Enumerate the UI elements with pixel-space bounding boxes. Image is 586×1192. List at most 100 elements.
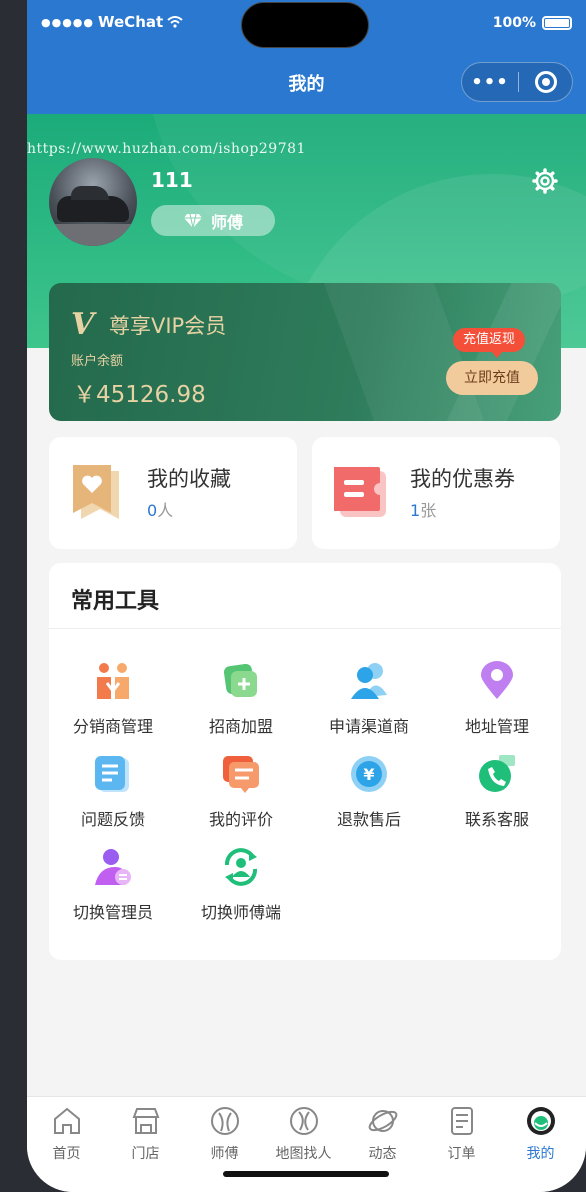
avatar-car bbox=[57, 186, 129, 222]
tools-panel: 常用工具 分销商管理 招商加盟 申请渠道商 地址管理 问题反馈 我的评价 ¥ 退… bbox=[49, 563, 561, 960]
switch-admin-icon bbox=[95, 849, 131, 885]
tool-switch-admin[interactable]: 切换管理员 bbox=[49, 847, 177, 937]
vip-card[interactable]: V 尊享VIP会员 账户余额 ￥45126.98 充值返现 立即充值 bbox=[49, 283, 561, 421]
status-bar: ●●●●● WeChat 100% bbox=[27, 0, 586, 50]
tool-switch-master[interactable]: 切换师傅端 bbox=[177, 847, 305, 937]
watermark-text: https://www.huzhan.com/ishop29781 bbox=[27, 141, 306, 157]
wifi-icon bbox=[167, 16, 183, 28]
favorites-card[interactable]: 我的收藏 0人 bbox=[49, 437, 297, 549]
tool-label: 联系客服 bbox=[464, 810, 529, 829]
distributor-icon bbox=[97, 663, 129, 699]
tool-distributor[interactable]: 分销商管理 bbox=[49, 661, 177, 751]
miniprogram-capsule: ••• bbox=[461, 62, 573, 102]
home-indicator[interactable] bbox=[223, 1171, 389, 1177]
planet-icon bbox=[368, 1110, 397, 1132]
order-icon bbox=[450, 1107, 473, 1135]
more-icon[interactable]: ••• bbox=[462, 72, 518, 93]
franchise-icon bbox=[223, 663, 257, 697]
favorites-count-number: 0 bbox=[147, 501, 158, 520]
status-battery-group: 100% bbox=[493, 15, 572, 31]
role-badge: 师傅 bbox=[151, 205, 275, 236]
battery-icon bbox=[542, 16, 572, 30]
promo-tag: 充值返现 bbox=[453, 328, 526, 358]
vip-card-decoration bbox=[446, 283, 561, 421]
tab-home[interactable]: 首页 bbox=[27, 1105, 106, 1163]
avatar-ground bbox=[49, 224, 137, 246]
tool-refund[interactable]: ¥ 退款售后 bbox=[305, 754, 433, 844]
store-icon bbox=[132, 1108, 159, 1134]
tab-label: 首页 bbox=[52, 1146, 81, 1162]
tools-title: 常用工具 bbox=[71, 589, 160, 614]
status-carrier-group: ●●●●● WeChat bbox=[41, 13, 183, 31]
svg-text:¥: ¥ bbox=[363, 765, 374, 784]
tool-label: 申请渠道商 bbox=[328, 717, 409, 736]
tab-map[interactable]: 地图找人 bbox=[264, 1105, 343, 1163]
tool-contact-service[interactable]: 联系客服 bbox=[433, 754, 561, 844]
tab-label: 门店 bbox=[131, 1146, 160, 1162]
tool-label: 我的评价 bbox=[208, 810, 273, 829]
tool-label: 切换管理员 bbox=[72, 903, 153, 922]
coupons-count: 1张 bbox=[410, 497, 436, 521]
tab-label: 我的 bbox=[526, 1146, 555, 1162]
tool-address[interactable]: 地址管理 bbox=[433, 661, 561, 751]
bookmark-heart-icon bbox=[73, 465, 119, 519]
favorites-count: 0人 bbox=[147, 497, 173, 521]
nav-bar: 我的 ••• bbox=[27, 50, 586, 114]
favorites-title: 我的收藏 bbox=[147, 467, 231, 491]
vip-logo: V bbox=[71, 307, 95, 342]
tab-label: 地图找人 bbox=[275, 1146, 332, 1162]
balance-label: 账户余额 bbox=[71, 354, 124, 369]
favorites-count-unit: 人 bbox=[157, 501, 174, 520]
tab-master[interactable]: 师傅 bbox=[185, 1105, 264, 1163]
map-icon bbox=[289, 1107, 318, 1135]
tool-channel-apply[interactable]: 申请渠道商 bbox=[305, 661, 433, 751]
switch-master-icon bbox=[225, 848, 257, 886]
location-pin-icon bbox=[481, 661, 513, 699]
tab-label: 订单 bbox=[447, 1146, 476, 1162]
review-icon bbox=[223, 756, 259, 793]
tool-label: 招商加盟 bbox=[208, 717, 273, 736]
channel-apply-icon bbox=[351, 663, 387, 699]
feedback-icon bbox=[95, 756, 129, 792]
phone-screen: ●●●●● WeChat 100% 我的 ••• https://www.huz… bbox=[27, 0, 586, 1192]
coupons-card[interactable]: 我的优惠券 1张 bbox=[312, 437, 560, 549]
tool-review[interactable]: 我的评价 bbox=[177, 754, 305, 844]
coupon-icon bbox=[334, 467, 386, 517]
tab-label: 动态 bbox=[368, 1146, 397, 1162]
tool-franchise[interactable]: 招商加盟 bbox=[177, 661, 305, 751]
capsule-divider bbox=[518, 72, 519, 92]
settings-gear-icon[interactable] bbox=[532, 168, 558, 194]
tab-dynamics[interactable]: 动态 bbox=[343, 1105, 422, 1163]
tool-label: 分销商管理 bbox=[72, 717, 153, 736]
refund-icon: ¥ bbox=[351, 756, 387, 792]
tools-divider bbox=[49, 628, 561, 629]
mine-icon bbox=[526, 1107, 555, 1135]
coupons-title: 我的优惠券 bbox=[410, 467, 515, 491]
camera-notch bbox=[241, 2, 369, 48]
carrier-label: WeChat bbox=[98, 13, 164, 31]
tab-store[interactable]: 门店 bbox=[106, 1105, 185, 1163]
diamond-icon bbox=[183, 213, 202, 228]
bottom-tab-bar: 首页 门店 师傅 地图找人 动态 订单 我的 bbox=[27, 1096, 586, 1192]
coupons-count-number: 1 bbox=[410, 501, 421, 520]
vip-title: 尊享VIP会员 bbox=[109, 314, 227, 338]
recharge-button[interactable]: 立即充值 bbox=[446, 361, 538, 395]
avatar[interactable] bbox=[49, 158, 137, 246]
signal-icon: ●●●●● bbox=[41, 15, 94, 29]
tool-label: 切换师傅端 bbox=[200, 903, 281, 922]
role-label: 师傅 bbox=[210, 212, 243, 232]
username: 111 bbox=[151, 168, 193, 192]
tool-label: 地址管理 bbox=[464, 717, 529, 736]
tool-label: 问题反馈 bbox=[80, 810, 145, 829]
phone-service-icon bbox=[479, 755, 515, 792]
tab-label: 师傅 bbox=[210, 1146, 239, 1162]
tool-label: 退款售后 bbox=[336, 810, 401, 829]
tab-mine[interactable]: 我的 bbox=[501, 1105, 580, 1163]
tool-feedback[interactable]: 问题反馈 bbox=[49, 754, 177, 844]
coupons-count-unit: 张 bbox=[420, 501, 437, 520]
balance-value: ￥45126.98 bbox=[73, 382, 206, 408]
close-miniprogram-icon[interactable] bbox=[535, 71, 557, 93]
tab-orders[interactable]: 订单 bbox=[422, 1105, 501, 1163]
home-icon bbox=[53, 1107, 80, 1134]
battery-percent: 100% bbox=[492, 15, 536, 31]
